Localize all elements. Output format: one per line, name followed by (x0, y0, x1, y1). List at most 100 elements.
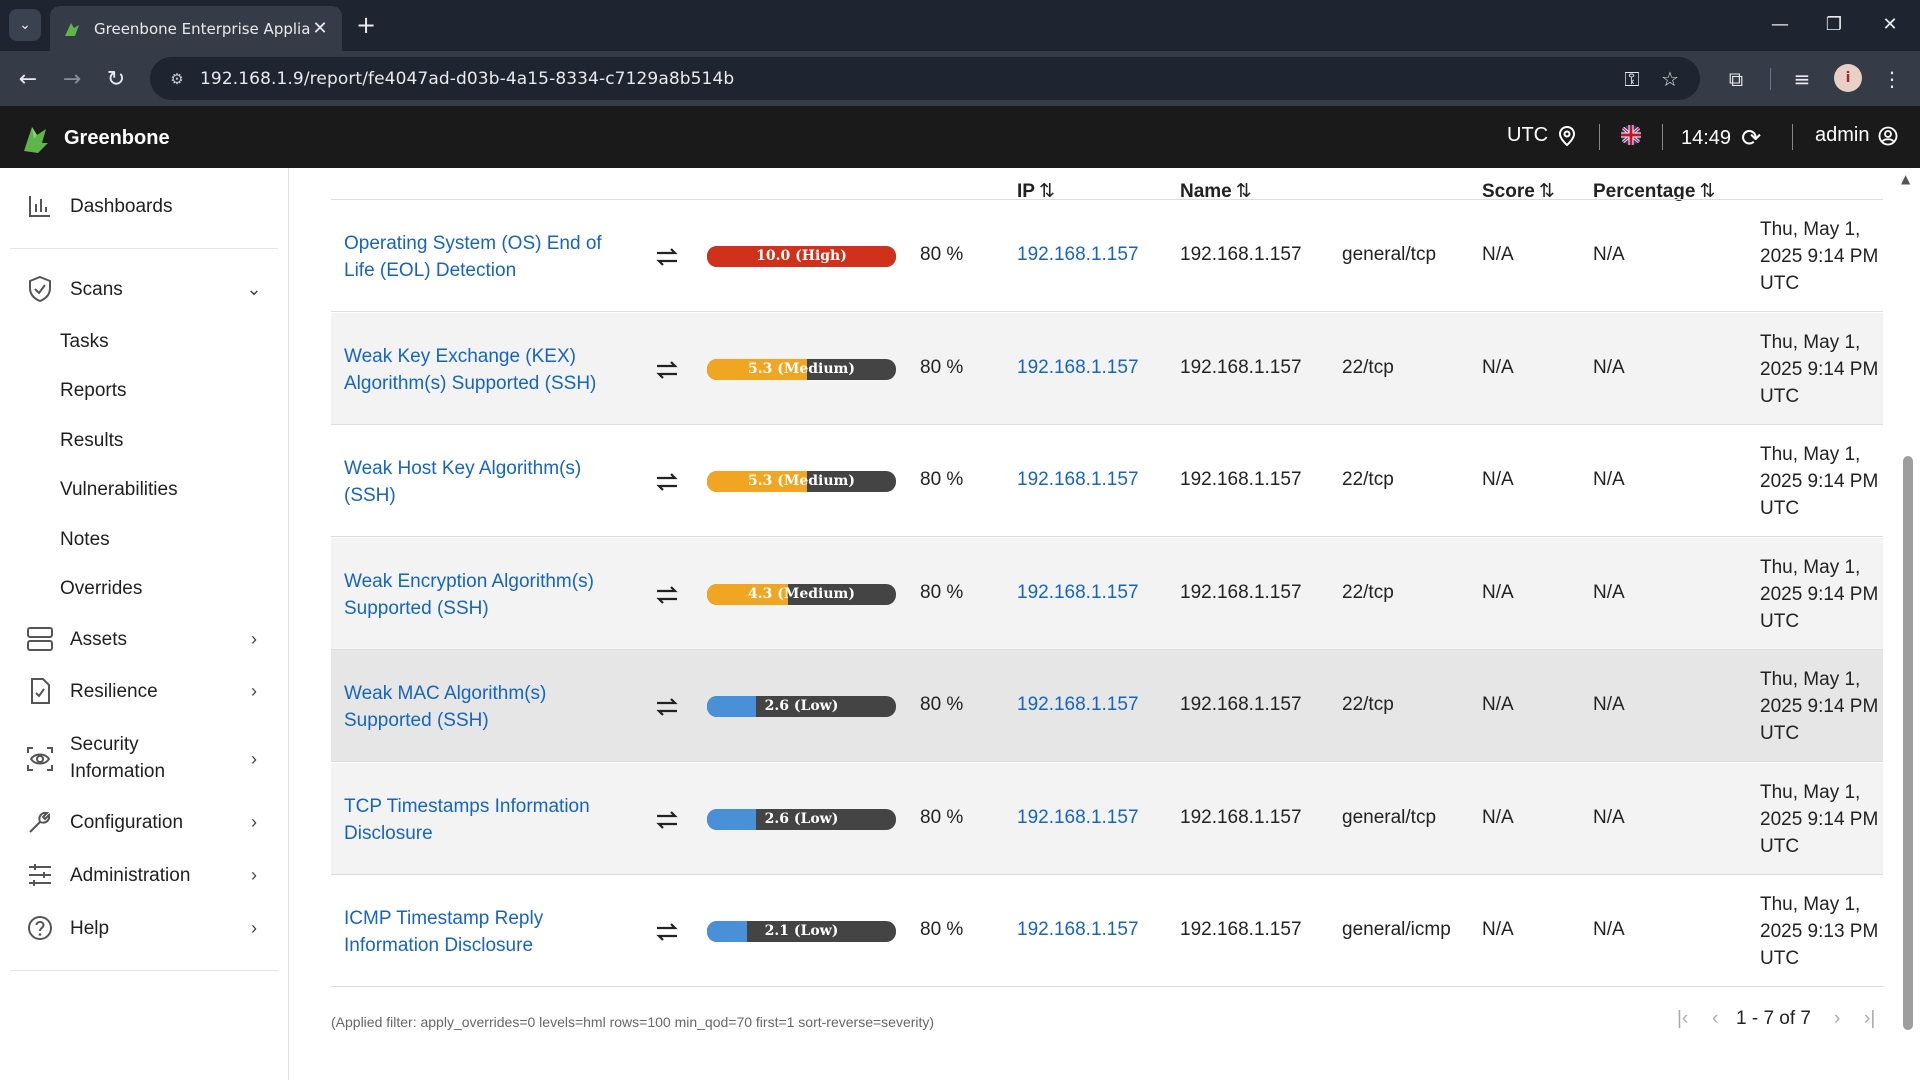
tab-close-icon[interactable]: ✕ (310, 18, 330, 39)
extensions-icon[interactable]: ⧉ (1720, 63, 1752, 95)
sidebar-item-assets[interactable]: Assets › (0, 624, 288, 654)
chevron-right-icon: › (251, 628, 257, 649)
host-name: 192.168.1.157 (1180, 919, 1302, 940)
table-row[interactable]: Weak Host Key Algorithm(s) (SSH) 5.3 (Med… (331, 425, 1883, 537)
sidebar-item-dashboards[interactable]: Dashboards (0, 191, 288, 221)
table-row[interactable]: ICMP Timestamp Reply Information Disclos… (331, 875, 1883, 987)
epss-score: N/A (1482, 582, 1514, 603)
host-ip-link[interactable]: 192.168.1.157 (1017, 582, 1139, 604)
user-menu[interactable]: admin (1815, 124, 1898, 147)
timezone-button[interactable]: UTC (1507, 124, 1576, 147)
scrollbar-thumb[interactable] (1903, 456, 1913, 1030)
user-icon (1879, 126, 1898, 145)
epss-score: N/A (1482, 357, 1514, 378)
host-name: 192.168.1.157 (1180, 244, 1302, 265)
tab-search-dropdown-icon[interactable]: ⌄ (9, 9, 41, 41)
url-text[interactable]: 192.168.1.9/report/fe4047ad-d03b-4a15-83… (200, 69, 734, 89)
bookmark-star-icon[interactable]: ☆ (1658, 67, 1682, 91)
browser-menu-icon[interactable]: ⋮ (1876, 63, 1908, 95)
close-window-icon[interactable]: ✕ (1862, 0, 1918, 48)
reload-icon[interactable]: ↻ (100, 63, 132, 95)
table-row[interactable]: Operating System (OS) End of Life (EOL) … (331, 200, 1883, 312)
table-row[interactable]: Weak Encryption Algorithm(s) Supported (… (331, 538, 1883, 650)
epss-score: N/A (1482, 807, 1514, 828)
forward-icon[interactable]: → (56, 63, 88, 95)
restore-icon[interactable]: ❐ (1806, 0, 1862, 48)
host-ip-link[interactable]: 192.168.1.157 (1017, 244, 1139, 266)
host-ip-link[interactable]: 192.168.1.157 (1017, 807, 1139, 829)
brand-name: Greenbone (64, 126, 170, 149)
page-scrollbar[interactable]: ▲ (1895, 168, 1920, 1080)
solution-type-icon (653, 356, 681, 384)
vulnerability-link[interactable]: ICMP Timestamp Reply Information Disclos… (344, 905, 634, 959)
vulnerability-link[interactable]: Weak Host Key Algorithm(s) (SSH) (344, 455, 634, 509)
sidebar-item-resilience[interactable]: Resilience › (0, 676, 288, 706)
pagination-counts: 1 - 7 of 7 (1736, 1008, 1811, 1029)
severity-label: 2.1 (Low) (764, 923, 839, 939)
profile-avatar[interactable]: i (1834, 64, 1862, 92)
epss-percentage: N/A (1593, 469, 1625, 490)
location: 22/tcp (1342, 469, 1394, 490)
bar-chart-icon (26, 192, 54, 220)
chevron-down-icon: ⌄ (246, 278, 262, 299)
sidebar-item-configuration[interactable]: Configuration › (0, 807, 288, 837)
sidebar-subitem-reports[interactable]: Reports (60, 380, 127, 402)
sidebar-item-help[interactable]: Help › (0, 913, 288, 943)
sidebar-item-administration[interactable]: Administration › (0, 860, 288, 890)
refresh-session-icon[interactable]: ⟳ (1741, 124, 1761, 153)
wrench-icon (26, 808, 54, 836)
sidebar-subitem-tasks[interactable]: Tasks (60, 331, 109, 353)
language-button[interactable] (1620, 124, 1642, 146)
session-time: 14:49 (1681, 127, 1732, 149)
sidebar-item-security-information[interactable]: Security Information › (0, 731, 288, 787)
epss-percentage: N/A (1593, 244, 1625, 265)
sidebar-subitem-notes[interactable]: Notes (60, 529, 110, 551)
vulnerability-link[interactable]: Weak MAC Algorithm(s) Supported (SSH) (344, 680, 634, 734)
vulnerability-link[interactable]: Weak Encryption Algorithm(s) Supported (… (344, 568, 634, 622)
brand-logo[interactable]: Greenbone (20, 121, 170, 155)
severity-label: 2.6 (Low) (764, 698, 839, 714)
sidebar-item-label: Security (70, 734, 139, 755)
new-tab-button[interactable]: + (352, 11, 380, 39)
sidebar-item-scans[interactable]: Scans ⌄ (0, 274, 288, 304)
back-icon[interactable]: ← (12, 63, 44, 95)
table-row[interactable]: Weak MAC Algorithm(s) Supported (SSH) 2.6… (331, 650, 1883, 762)
greenbone-favicon-icon (65, 22, 79, 36)
browser-tab[interactable]: Greenbone Enterprise Applianc ✕ (50, 6, 342, 51)
first-page-icon[interactable]: |‹ (1677, 1008, 1688, 1030)
created-date: Thu, May 1, 2025 9:14 PM UTC (1760, 444, 1879, 519)
address-bar[interactable]: ⚙ 192.168.1.9/report/fe4047ad-d03b-4a15-… (150, 57, 1700, 100)
vulnerability-link[interactable]: Operating System (OS) End of Life (EOL) … (344, 230, 634, 284)
sidebar-subitem-vulnerabilities[interactable]: Vulnerabilities (60, 479, 178, 501)
table-row[interactable]: Weak Key Exchange (KEX) Algorithm(s) Sup… (331, 313, 1883, 425)
solution-type-icon (653, 468, 681, 496)
media-controls-icon[interactable]: ≡ (1786, 63, 1818, 95)
host-ip-link[interactable]: 192.168.1.157 (1017, 919, 1139, 941)
header-divider (1792, 124, 1793, 150)
qod-value: 80 % (920, 244, 964, 265)
created-date: Thu, May 1, 2025 9:13 PM UTC (1760, 894, 1879, 969)
qod-value: 80 % (920, 807, 964, 828)
session-timer[interactable]: 14:49 ⟳ (1681, 124, 1761, 153)
sidebar-menu: Dashboards Scans ⌄ Tasks Reports Results… (0, 168, 289, 1080)
password-key-icon[interactable]: ⚿ (1620, 67, 1644, 91)
host-ip-link[interactable]: 192.168.1.157 (1017, 694, 1139, 716)
host-name: 192.168.1.157 (1180, 357, 1302, 378)
table-row[interactable]: TCP Timestamps Information Disclosure 2.6… (331, 763, 1883, 875)
solution-type-icon (653, 918, 681, 946)
vulnerability-link[interactable]: TCP Timestamps Information Disclosure (344, 793, 634, 847)
next-page-icon[interactable]: › (1834, 1008, 1840, 1030)
host-ip-link[interactable]: 192.168.1.157 (1017, 357, 1139, 379)
server-icon (26, 625, 54, 653)
sidebar-subitem-overrides[interactable]: Overrides (60, 578, 142, 600)
minimize-icon[interactable]: — (1752, 0, 1808, 48)
epss-percentage: N/A (1593, 807, 1625, 828)
vulnerability-link[interactable]: Weak Key Exchange (KEX) Algorithm(s) Sup… (344, 343, 634, 397)
last-page-icon[interactable]: ›| (1864, 1008, 1875, 1030)
previous-page-icon[interactable]: ‹ (1712, 1008, 1718, 1030)
scroll-up-icon[interactable]: ▲ (1901, 172, 1910, 186)
chevron-right-icon: › (251, 864, 257, 885)
host-ip-link[interactable]: 192.168.1.157 (1017, 469, 1139, 491)
sidebar-subitem-results[interactable]: Results (60, 430, 123, 452)
site-info-icon[interactable]: ⚙ (166, 68, 188, 90)
